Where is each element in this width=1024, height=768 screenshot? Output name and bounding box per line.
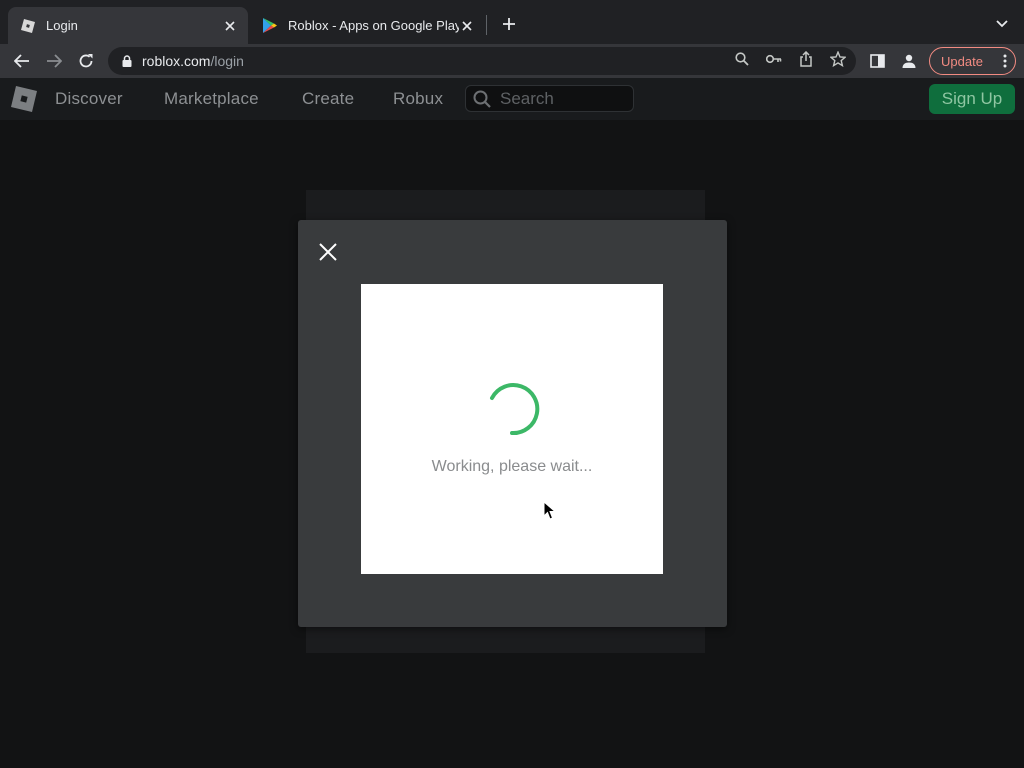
share-icon[interactable] xyxy=(797,50,815,68)
key-icon[interactable] xyxy=(765,50,783,68)
tab-google-play[interactable]: Roblox - Apps on Google Play xyxy=(250,7,485,44)
chevron-down-icon[interactable] xyxy=(992,14,1012,34)
update-label: Update xyxy=(941,53,983,69)
more-vert-icon[interactable] xyxy=(1003,54,1007,71)
forward-arrow-icon[interactable] xyxy=(41,48,67,74)
roblox-header: Discover Marketplace Create Robux Search… xyxy=(0,78,1024,120)
nav-marketplace[interactable]: Marketplace xyxy=(164,89,259,109)
status-text: Working, please wait... xyxy=(431,458,593,475)
url-text: roblox.com/login xyxy=(142,53,244,69)
browser-tab-strip: Login Roblox - Apps on Google Play xyxy=(0,0,1024,44)
sign-up-button[interactable]: Sign Up xyxy=(929,84,1015,114)
nav-robux[interactable]: Robux xyxy=(393,89,443,109)
mouse-cursor-icon xyxy=(543,501,557,520)
browser-toolbar: roblox.com/login Update xyxy=(0,44,1024,78)
close-tab-icon[interactable] xyxy=(222,18,238,34)
tab-title: Login xyxy=(46,18,78,33)
tab-separator xyxy=(486,15,487,35)
lock-icon xyxy=(120,54,134,68)
nav-discover[interactable]: Discover xyxy=(55,89,123,109)
back-arrow-icon[interactable] xyxy=(9,48,35,74)
tab-login[interactable]: Login xyxy=(8,7,248,44)
search-placeholder: Search xyxy=(500,88,554,108)
verification-modal: Working, please wait... xyxy=(298,220,727,627)
nav-create[interactable]: Create xyxy=(302,89,354,109)
close-icon[interactable] xyxy=(317,241,339,263)
roblox-logo-icon[interactable] xyxy=(10,85,38,113)
zoom-search-icon[interactable] xyxy=(733,50,751,68)
profile-avatar-icon[interactable] xyxy=(899,51,919,71)
side-panel-icon[interactable] xyxy=(867,51,887,71)
new-tab-icon[interactable] xyxy=(498,13,520,35)
reload-icon[interactable] xyxy=(73,48,99,74)
roblox-favicon-icon xyxy=(20,18,36,34)
google-play-favicon-icon xyxy=(262,18,278,34)
challenge-frame: Working, please wait... xyxy=(361,284,663,574)
bookmark-star-icon[interactable] xyxy=(829,50,847,68)
close-tab-icon[interactable] xyxy=(459,18,475,34)
search-input[interactable]: Search xyxy=(465,85,634,112)
update-button[interactable]: Update xyxy=(929,47,1016,75)
loading-spinner-icon xyxy=(490,383,540,436)
tab-title: Roblox - Apps on Google Play xyxy=(288,18,459,33)
search-icon xyxy=(472,89,492,109)
